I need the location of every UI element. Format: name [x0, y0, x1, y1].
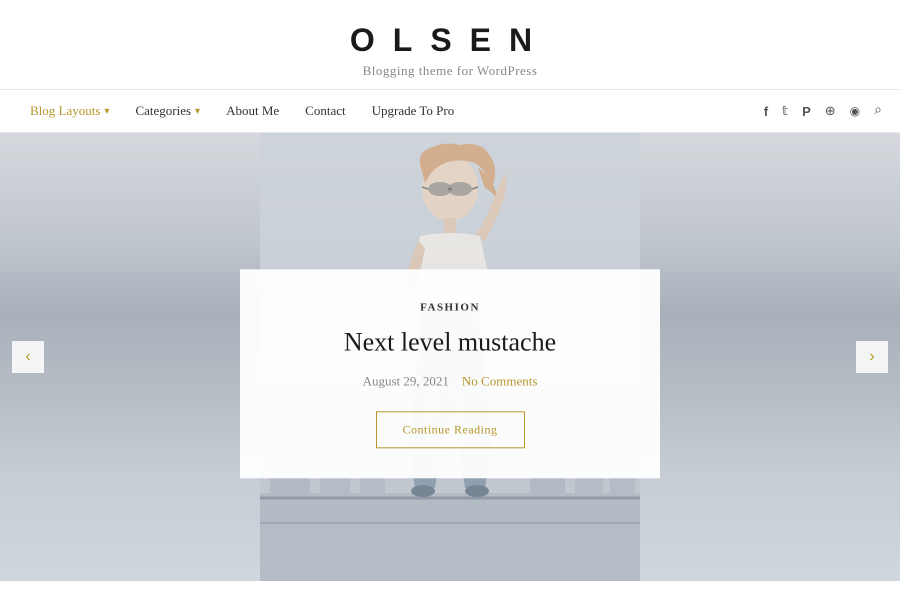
chevron-down-icon: ▾ [104, 106, 109, 117]
post-meta: August 29, 2021 No Comments [280, 373, 620, 389]
globe-icon[interactable]: ⊕ [825, 103, 836, 119]
post-card: Fashion Next level mustache August 29, 2… [240, 269, 660, 478]
site-tagline: Blogging theme for WordPress [0, 63, 900, 79]
hero-slideshow: Fashion Next level mustache August 29, 2… [0, 133, 900, 581]
pinterest-icon[interactable]: P [802, 104, 811, 119]
social-icons: f 𝕥 P ⊕ ◉ ⌕ [764, 103, 882, 119]
nav-about[interactable]: About Me [214, 89, 291, 133]
nav-blog-layouts[interactable]: Blog Layouts ▾ [18, 89, 121, 133]
post-category: Fashion [280, 301, 620, 313]
post-title: Next level mustache [280, 325, 620, 359]
site-title: OLSEN [0, 22, 900, 59]
nav-categories[interactable]: Categories ▾ [123, 89, 212, 133]
navigation: Blog Layouts ▾ Categories ▾ About Me Con… [0, 89, 900, 133]
post-comments[interactable]: No Comments [462, 373, 537, 388]
nav-upgrade[interactable]: Upgrade To Pro [360, 89, 467, 133]
post-date: August 29, 2021 [363, 373, 449, 388]
nav-menu: Blog Layouts ▾ Categories ▾ About Me Con… [18, 89, 466, 133]
twitter-icon[interactable]: 𝕥 [782, 103, 788, 119]
chevron-down-icon: ▾ [195, 106, 200, 117]
search-icon[interactable]: ⌕ [874, 103, 882, 119]
nav-contact[interactable]: Contact [293, 89, 357, 133]
site-header: OLSEN Blogging theme for WordPress [0, 0, 900, 89]
prev-slide-button[interactable]: ‹ [12, 341, 44, 373]
rss-icon[interactable]: ◉ [850, 104, 860, 119]
next-slide-button[interactable]: › [856, 341, 888, 373]
continue-reading-button[interactable]: Continue Reading [376, 411, 525, 448]
facebook-icon[interactable]: f [764, 104, 768, 119]
